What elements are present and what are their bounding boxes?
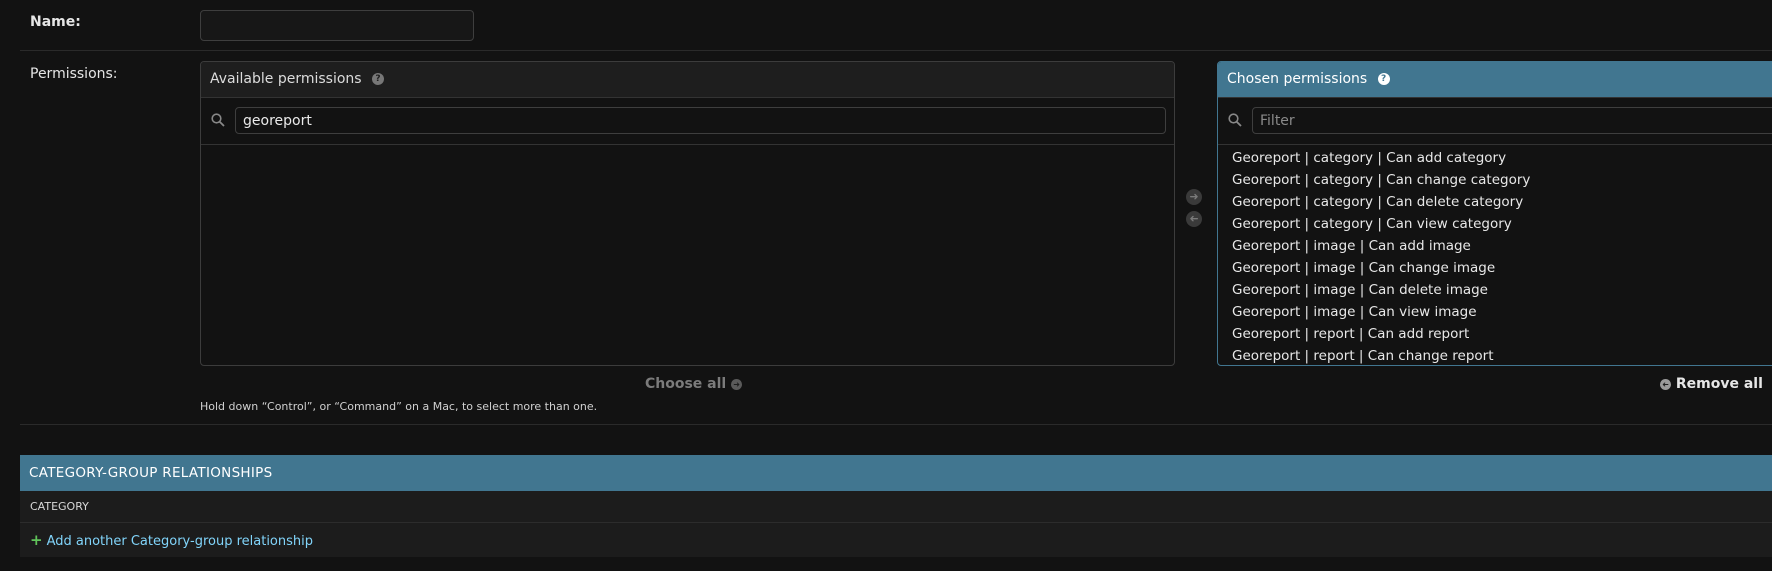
arrow-right-circle-icon[interactable]: ➜ xyxy=(1186,189,1202,205)
chosen-permission-option[interactable]: Georeport | image | Can view image xyxy=(1218,301,1772,323)
name-input[interactable] xyxy=(200,10,474,41)
arrow-left-circle-icon[interactable]: ➜ xyxy=(1186,211,1202,227)
arrow-right-circle-icon: ➜ xyxy=(731,378,743,390)
remove-all-label: Remove all xyxy=(1675,376,1763,392)
chosen-filter-input[interactable]: Filter xyxy=(1252,107,1772,134)
chosen-permission-option[interactable]: Georeport | image | Can change image xyxy=(1218,257,1772,279)
available-filter-row: georeport xyxy=(201,98,1174,145)
inline-group-title: CATEGORY-GROUP RELATIONSHIPS xyxy=(20,455,1772,491)
add-relationship-row: + Add another Category-group relationship xyxy=(20,523,1772,557)
chosen-permission-option[interactable]: Georeport | report | Can add report xyxy=(1218,323,1772,345)
add-relationship-link[interactable]: Add another Category-group relationship xyxy=(47,534,313,549)
available-filter-input[interactable]: georeport xyxy=(235,107,1166,134)
choose-all-label: Choose all xyxy=(645,376,727,392)
available-permissions-title: Available permissions xyxy=(210,71,362,87)
chosen-filter-row: Filter xyxy=(1218,98,1772,145)
question-circle-icon[interactable]: ? xyxy=(1377,73,1390,85)
choose-all-button[interactable]: Choose all ➜ xyxy=(645,376,743,392)
chosen-permission-option[interactable]: Georeport | category | Can add category xyxy=(1218,147,1772,169)
chosen-permissions-box: Chosen permissions ? Filter Georeport | … xyxy=(1217,61,1772,366)
chosen-permission-option[interactable]: Georeport | image | Can add image xyxy=(1218,235,1772,257)
inline-column-header: CATEGORY xyxy=(20,491,1772,523)
available-permissions-list[interactable] xyxy=(201,145,1174,365)
remove-all-button[interactable]: ➜ Remove all xyxy=(1660,376,1763,392)
divider xyxy=(20,50,1772,51)
permissions-help-text: Hold down “Control”, or “Command” on a M… xyxy=(200,400,598,413)
available-permissions-header: Available permissions ? xyxy=(201,62,1174,98)
chosen-permissions-title: Chosen permissions xyxy=(1227,71,1368,87)
chosen-permission-option[interactable]: Georeport | report | Can change report xyxy=(1218,345,1772,365)
question-circle-icon[interactable]: ? xyxy=(372,73,385,85)
chosen-permissions-list[interactable]: Georeport | category | Can add category … xyxy=(1218,145,1772,365)
permissions-label: Permissions: xyxy=(30,66,118,82)
chosen-permission-option[interactable]: Georeport | category | Can change catego… xyxy=(1218,169,1772,191)
category-group-inline: CATEGORY-GROUP RELATIONSHIPS CATEGORY + A… xyxy=(20,455,1772,557)
chosen-permission-option[interactable]: Georeport | image | Can delete image xyxy=(1218,279,1772,301)
arrow-left-circle-icon: ➜ xyxy=(1660,378,1671,390)
name-label: Name: xyxy=(30,14,81,30)
plus-icon[interactable]: + xyxy=(30,531,43,549)
divider xyxy=(20,424,1772,425)
chosen-permission-option[interactable]: Georeport | category | Can delete catego… xyxy=(1218,191,1772,213)
chosen-permission-option[interactable]: Georeport | category | Can view category xyxy=(1218,213,1772,235)
available-permissions-box: Available permissions ? georeport xyxy=(200,61,1175,366)
chosen-permissions-header: Chosen permissions ? xyxy=(1218,62,1772,98)
search-icon xyxy=(1228,113,1242,127)
search-icon xyxy=(211,113,225,127)
